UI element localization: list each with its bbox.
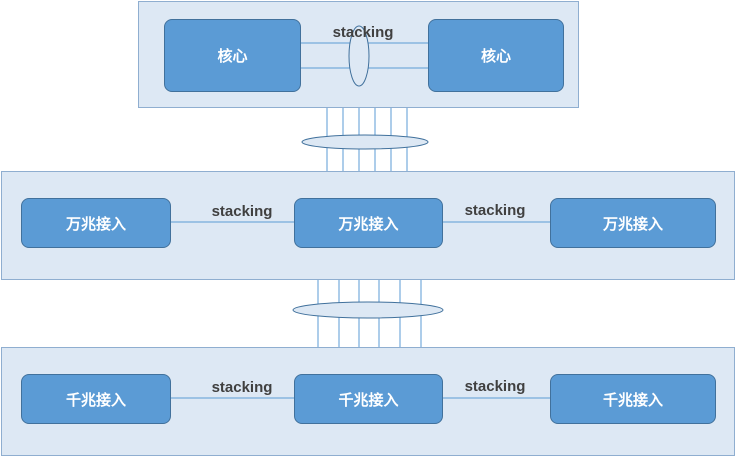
ten-gig-access-switch-3: 万兆接入 xyxy=(550,198,716,248)
ten-gig-stacking-label-right: stacking xyxy=(464,202,526,219)
gig-access-switch-2-label: 千兆接入 xyxy=(338,390,399,409)
core-stacking-label: stacking xyxy=(332,24,394,41)
ten-gig-access-switch-3-label: 万兆接入 xyxy=(602,214,663,233)
ten-gig-access-switch-1-label: 万兆接入 xyxy=(65,214,126,233)
gig-stacking-label-left: stacking xyxy=(211,379,273,396)
core-switch-right: 核心 xyxy=(428,19,564,92)
core-switch-left-label: 核心 xyxy=(217,47,248,65)
core-switch-left: 核心 xyxy=(164,19,301,92)
gig-access-switch-2: 千兆接入 xyxy=(294,374,443,424)
gig-access-switch-1-label: 千兆接入 xyxy=(65,390,126,409)
ten-gig-access-switch-2: 万兆接入 xyxy=(294,198,443,248)
gig-access-switch-3: 千兆接入 xyxy=(550,374,716,424)
ten-gig-stacking-label-left: stacking xyxy=(211,203,273,220)
core-uplink-aggregation-ellipse xyxy=(301,134,429,150)
gig-access-switch-1: 千兆接入 xyxy=(21,374,171,424)
core-uplink-bundle xyxy=(326,108,408,171)
core-switch-right-label: 核心 xyxy=(480,47,511,65)
gig-stacking-label-right: stacking xyxy=(464,378,526,395)
ten-gig-access-switch-1: 万兆接入 xyxy=(21,198,171,248)
ten-gig-access-switch-2-label: 万兆接入 xyxy=(338,214,399,233)
gig-access-switch-3-label: 千兆接入 xyxy=(602,390,663,409)
access-uplink-aggregation-ellipse xyxy=(292,301,444,319)
access-uplink-bundle xyxy=(317,280,422,347)
